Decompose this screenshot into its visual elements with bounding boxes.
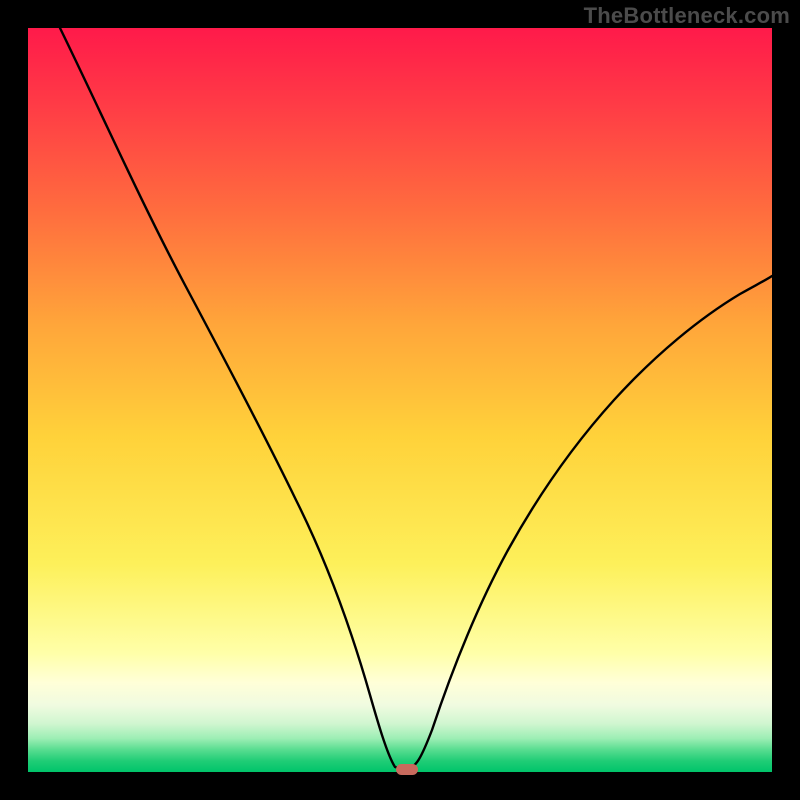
plot-area <box>28 28 772 772</box>
bottleneck-chart <box>0 0 800 800</box>
optimum-marker <box>396 764 418 775</box>
watermark-text: TheBottleneck.com <box>584 3 790 29</box>
chart-stage: TheBottleneck.com <box>0 0 800 800</box>
